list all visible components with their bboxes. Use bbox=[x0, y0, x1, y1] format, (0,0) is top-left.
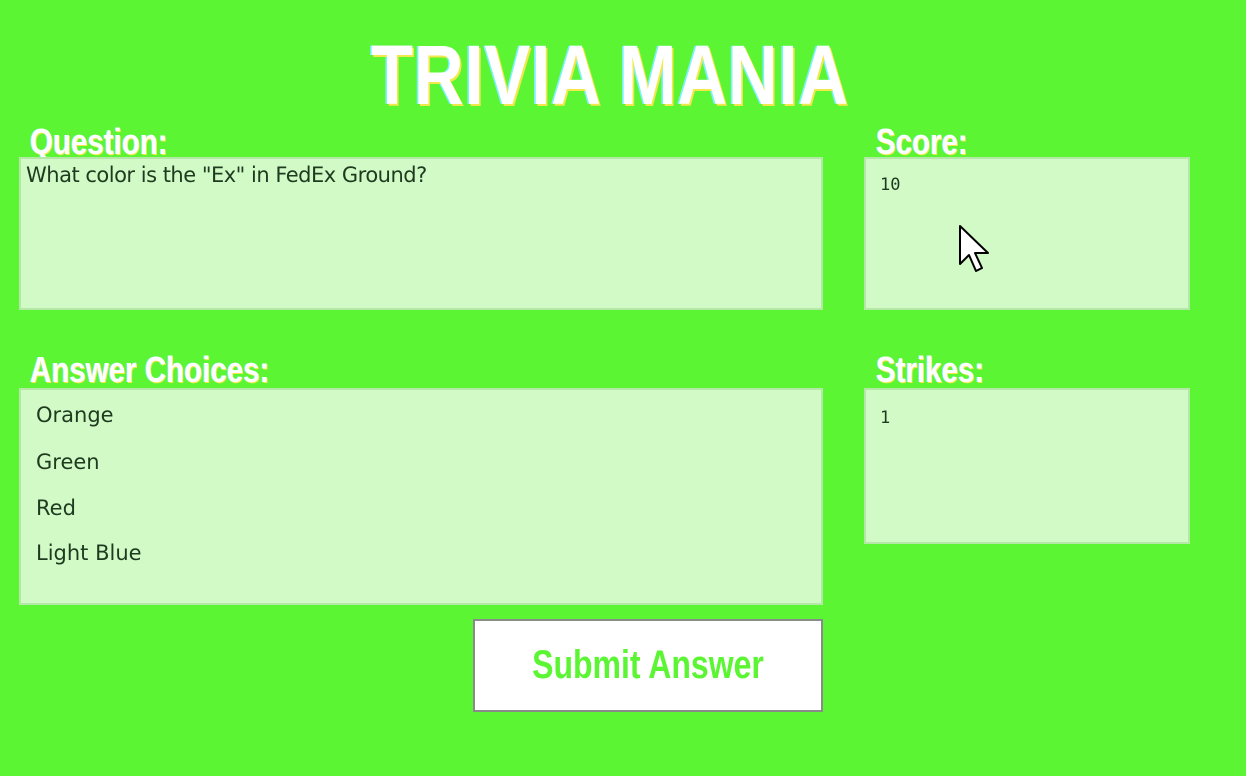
question-label: Question: bbox=[30, 121, 168, 162]
trivia-window: TRIVIA MANIA Question: What color is the… bbox=[0, 0, 1246, 776]
answer-choices-label: Answer Choices: bbox=[30, 349, 270, 390]
submit-answer-label: Submit Answer bbox=[532, 643, 764, 687]
strikes-label: Strikes: bbox=[876, 349, 985, 390]
score-value: 10 bbox=[880, 175, 901, 195]
answer-choice-red[interactable]: Red bbox=[36, 496, 76, 520]
answer-choice-orange[interactable]: Orange bbox=[36, 403, 114, 427]
question-box: What color is the "Ex" in FedEx Ground? bbox=[19, 157, 823, 310]
answer-choice-green[interactable]: Green bbox=[36, 450, 100, 474]
strikes-value: 1 bbox=[880, 408, 891, 428]
score-box: 10 bbox=[864, 157, 1190, 310]
score-label: Score: bbox=[876, 121, 968, 162]
strikes-box: 1 bbox=[864, 388, 1190, 544]
question-text: What color is the "Ex" in FedEx Ground? bbox=[26, 163, 427, 187]
mouse-pointer-icon bbox=[959, 225, 989, 272]
answer-choice-light-blue[interactable]: Light Blue bbox=[36, 541, 142, 565]
submit-answer-button[interactable]: Submit Answer bbox=[473, 619, 823, 712]
answer-choices-list[interactable]: Orange Green Red Light Blue bbox=[19, 388, 823, 605]
app-title: TRIVIA MANIA bbox=[371, 28, 849, 122]
